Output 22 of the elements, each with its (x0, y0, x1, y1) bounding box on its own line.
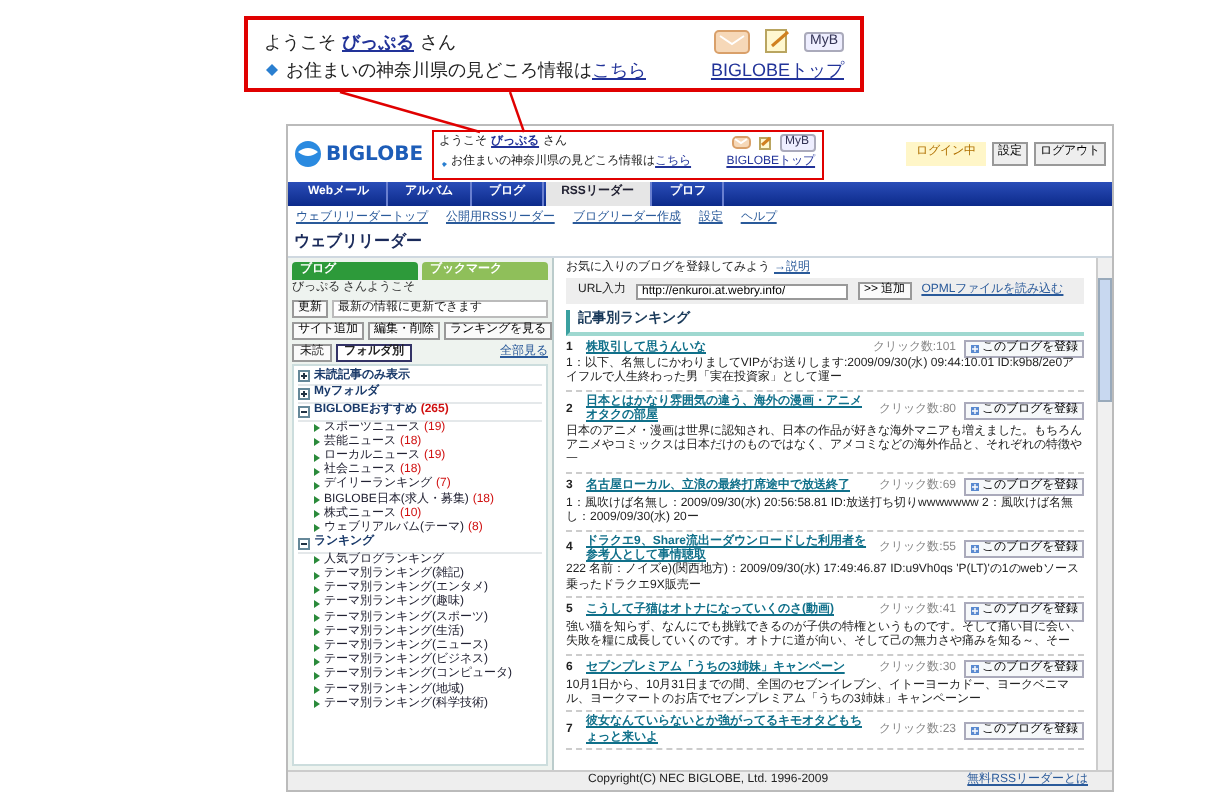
plus-icon (970, 405, 980, 416)
logo-text: BIGLOBE (326, 143, 424, 165)
globe-icon (294, 140, 322, 168)
suffix-text: さん (420, 31, 456, 53)
bullet-icon (264, 61, 280, 78)
plus-icon (970, 544, 980, 555)
info-text: お住まいの神奈川県の見どころ情報はこちら (286, 59, 646, 81)
info-link[interactable]: こちら (592, 59, 646, 80)
mail-icon (714, 29, 752, 55)
plus-icon (970, 664, 980, 675)
bullet-icon (439, 159, 448, 167)
note-icon (758, 135, 774, 151)
plus-icon (970, 482, 980, 493)
scrollbar[interactable] (1096, 257, 1112, 770)
plus-icon (970, 726, 980, 737)
mail-icon (732, 136, 753, 150)
note-icon (764, 28, 792, 56)
greeting-text: ようこそ (264, 31, 336, 53)
top-link[interactable]: BIGLOBEトップ (710, 59, 844, 81)
plus-icon (970, 606, 980, 617)
plus-icon (970, 343, 980, 354)
user-link[interactable]: びっぷる (342, 31, 414, 53)
